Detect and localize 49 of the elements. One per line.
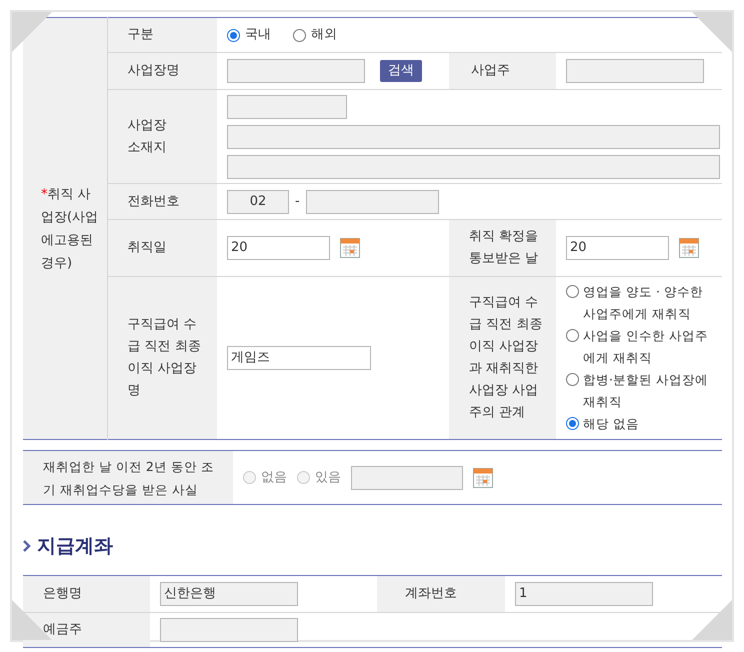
text-field[interactable] <box>227 154 720 178</box>
text-field[interactable] <box>227 59 365 83</box>
chevron-icon <box>23 540 31 552</box>
text-field[interactable] <box>160 618 298 642</box>
text-field[interactable]: 20 <box>227 236 330 260</box>
text-field[interactable]: 게임즈 <box>227 346 371 370</box>
radio-label: 없음 <box>261 468 287 487</box>
field-label: 구직급여 수급 직전 최종 이직 사업장과 재취직한 사업장 사업주의 관계 <box>469 294 544 422</box>
field-label: 재취업한 날 이전 2년 동안 조기 재취업수당을 받은 사실 <box>43 458 215 498</box>
field-label: 사업장 소재지 <box>128 116 167 156</box>
field-label: 구직급여 수급 직전 최종 이직 사업장명 <box>128 316 202 400</box>
text-field[interactable]: 신한은행 <box>160 582 298 606</box>
field-label: 구분 <box>128 26 154 44</box>
text-field[interactable]: 02 <box>227 190 289 214</box>
radio-button[interactable] <box>566 417 579 430</box>
calendar-icon[interactable] <box>340 238 360 258</box>
field-label: 사업주 <box>471 62 511 80</box>
radio-button[interactable] <box>293 28 306 42</box>
section-label: *취직 사업장(사업에고용된 경우) <box>41 186 100 272</box>
field-label: 계좌번호 <box>405 584 458 602</box>
radio-button[interactable] <box>227 28 240 42</box>
radio-button[interactable] <box>566 329 579 342</box>
text-field[interactable] <box>351 466 463 490</box>
radio-label: 합병·분할된 사업장에 재취직 <box>583 372 708 409</box>
radio-label: 사업을 인수한 사업주에게 재취직 <box>583 328 708 365</box>
radio-label: 해외 <box>311 26 337 44</box>
separator-text: - <box>295 192 300 211</box>
field-label: 은행명 <box>43 584 83 602</box>
search-button[interactable]: 검색 <box>380 60 422 82</box>
radio-label: 해당 없음 <box>583 416 639 431</box>
field-label: 취직일 <box>128 239 168 257</box>
field-label: 취직 확정을 통보받은 날 <box>469 228 540 268</box>
calendar-icon[interactable] <box>679 238 699 258</box>
field-label: 전화번호 <box>128 192 180 210</box>
text-field[interactable]: 1 <box>515 582 653 606</box>
radio-label: 있음 <box>315 468 341 487</box>
text-field[interactable] <box>227 124 720 148</box>
section-title: 지급계좌 <box>37 534 113 559</box>
text-field[interactable] <box>306 190 439 214</box>
text-field[interactable] <box>227 94 347 118</box>
calendar-icon[interactable] <box>473 468 493 488</box>
radio-label: 영업을 양도 · 양수한 사업주에게 재취직 <box>583 284 703 321</box>
text-field[interactable] <box>566 59 704 83</box>
field-label: 예금주 <box>43 620 83 638</box>
radio-button[interactable] <box>566 373 579 386</box>
radio-label: 국내 <box>245 26 271 44</box>
text-field[interactable]: 20 <box>566 236 669 260</box>
field-label: 사업장명 <box>128 62 180 80</box>
radio-button[interactable] <box>566 285 579 298</box>
